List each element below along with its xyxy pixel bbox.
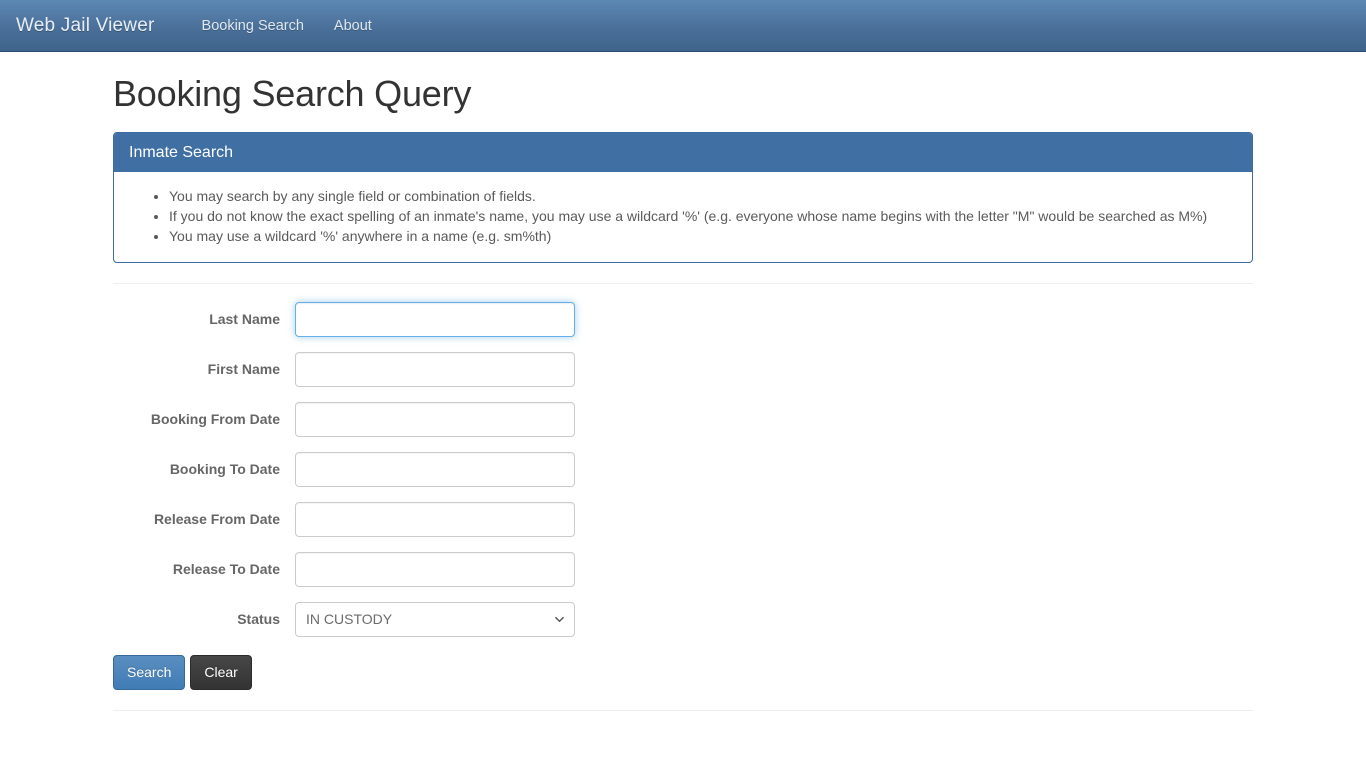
form-row-status: Status IN CUSTODY	[113, 601, 1253, 637]
nav-link-booking-search[interactable]: Booking Search	[187, 0, 319, 52]
label-last-name: Last Name	[209, 311, 280, 328]
last-name-input[interactable]	[295, 301, 575, 337]
form-row-last-name: Last Name	[113, 301, 1253, 337]
release-to-date-input[interactable]	[295, 551, 575, 587]
label-first-name: First Name	[207, 361, 280, 378]
booking-to-date-input[interactable]	[295, 451, 575, 487]
first-name-input[interactable]	[295, 351, 575, 387]
label-release-from-date: Release From Date	[153, 511, 280, 528]
status-select[interactable]: IN CUSTODY	[295, 601, 575, 637]
brand-logo[interactable]: Web Jail Viewer	[16, 15, 169, 37]
booking-search-form: Last Name First Name Booking From Date B…	[113, 301, 1253, 691]
form-row-release-from-date: Release From Date	[113, 501, 1253, 537]
label-booking-from-date: Booking From Date	[150, 411, 280, 428]
main-container: Booking Search Query Inmate Search You m…	[98, 73, 1268, 712]
footer-divider	[113, 710, 1253, 712]
release-from-date-input[interactable]	[295, 501, 575, 537]
label-status: Status	[237, 611, 280, 628]
form-actions: Search Clear	[113, 654, 1253, 691]
nav-link-about[interactable]: About	[319, 0, 387, 52]
booking-from-date-input[interactable]	[295, 401, 575, 437]
label-booking-to-date: Booking To Date	[169, 461, 280, 478]
status-select-wrapper: IN CUSTODY	[295, 601, 575, 637]
label-release-to-date: Release To Date	[172, 561, 280, 578]
form-row-release-to-date: Release To Date	[113, 551, 1253, 587]
inmate-search-panel: Inmate Search You may search by any sing…	[113, 131, 1253, 263]
panel-body-tips: You may search by any single field or co…	[114, 172, 1252, 262]
list-item: If you do not know the exact spelling of…	[169, 206, 1237, 226]
section-divider	[113, 282, 1253, 284]
page-title: Booking Search Query	[113, 73, 472, 114]
top-navbar: Web Jail Viewer Booking Search About	[0, 0, 1366, 52]
form-row-booking-to-date: Booking To Date	[113, 451, 1253, 487]
form-row-booking-from-date: Booking From Date	[113, 401, 1253, 437]
clear-button[interactable]: Clear	[190, 654, 252, 691]
form-row-first-name: First Name	[113, 351, 1253, 387]
panel-heading-inmate-search: Inmate Search	[114, 132, 1252, 172]
search-tips-list: You may search by any single field or co…	[129, 186, 1237, 246]
list-item: You may use a wildcard '%' anywhere in a…	[169, 226, 1237, 246]
search-button[interactable]: Search	[113, 654, 186, 691]
list-item: You may search by any single field or co…	[169, 186, 1237, 206]
nav-links: Booking Search About	[187, 0, 387, 52]
